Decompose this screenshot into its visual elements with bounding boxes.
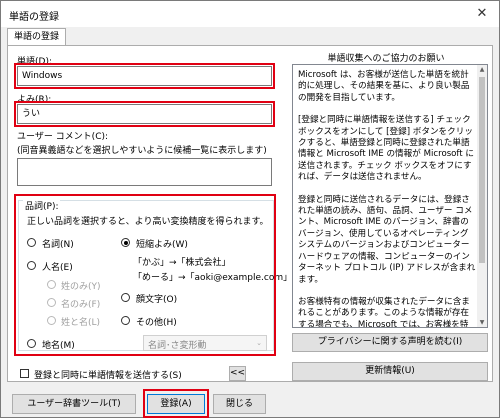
notice-paragraph-1: Microsoft は、お客様が送信した単語を統計的に処理し、その結果を基に、よ…	[298, 70, 470, 103]
radio-place[interactable]	[27, 339, 36, 348]
scroll-up-icon[interactable]: ▲	[478, 66, 486, 73]
close-icon[interactable]: ✕	[471, 3, 493, 25]
notice-paragraph-3: 登録と同時に送信されるデータには、登録された単語の読み、語句、品詞、ユーザー コ…	[298, 194, 476, 285]
comment-label: ユーザー コメント(C):	[17, 132, 109, 142]
scroll-thumb[interactable]	[479, 77, 485, 263]
radio-surname-only[interactable]	[47, 280, 56, 289]
radio-short-reading-label: 短縮よみ(W)	[136, 240, 188, 250]
radio-noun-label: 名詞(N)	[42, 240, 74, 250]
send-word-info-checkbox[interactable]	[20, 369, 29, 378]
tab-register-word[interactable]: 単語の登録	[7, 28, 67, 46]
register-button[interactable]: 登録(A)	[147, 394, 205, 414]
radio-emoticon[interactable]	[121, 293, 130, 302]
pos-label: 品詞(P):	[23, 199, 61, 212]
comment-hint: (同音異義語などを選択しやすいように候補一覧に表示します)	[17, 146, 267, 156]
title-bar: 単語の登録 ✕	[1, 1, 499, 27]
radio-surname-only-label: 姓のみ(Y)	[61, 282, 101, 292]
collapse-button[interactable]: <<	[229, 366, 246, 381]
pos-instruction: 正しい品詞を選択すると、より高い変換精度を得られます。	[27, 217, 269, 227]
notice-paragraph-4: お客様特有の情報が収集されたデータに含まれることがあります。このような情報が存在…	[298, 296, 470, 328]
notice-textbox[interactable]: Microsoft は、お客様が送信した単語を統計的に処理し、その結果を基に、よ…	[292, 64, 488, 328]
notice-scrollbar[interactable]: ▲ ▼	[477, 65, 487, 327]
close-button[interactable]: 閉じる	[213, 394, 266, 414]
window-title: 単語の登録	[9, 12, 59, 23]
reading-input[interactable]: うい	[17, 104, 272, 124]
radio-emoticon-label: 顔文字(O)	[136, 295, 178, 305]
register-word-dialog: 単語の登録 ✕ 単語の登録 単語(D): Windows よみ(R): うい ユ…	[0, 0, 500, 418]
radio-person-label: 人名(E)	[42, 263, 73, 273]
notice-title: 単語収集へのご協力のお願い	[327, 54, 445, 64]
radio-given-name-only-label: 名のみ(F)	[61, 300, 101, 310]
comment-input[interactable]	[17, 158, 272, 186]
radio-noun[interactable]	[27, 238, 36, 247]
privacy-statement-button[interactable]: プライバシーに関する声明を読む(I)	[292, 333, 488, 352]
radio-full-name[interactable]	[47, 316, 56, 325]
radio-other-label: その他(H)	[136, 318, 177, 328]
radio-full-name-label: 姓と名(L)	[61, 318, 101, 328]
pos-subtype-select[interactable]: 名詞･さ変形動 ⌄	[143, 335, 267, 351]
radio-place-label: 地名(M)	[42, 341, 75, 351]
radio-other[interactable]	[121, 316, 130, 325]
radio-given-name-only[interactable]	[47, 298, 56, 307]
short-reading-example-2: 「めーる」→「aoki@example.com」	[133, 273, 293, 283]
send-word-info-label: 登録と同時に単語情報を送信する(S)	[34, 371, 182, 381]
radio-short-reading[interactable]	[121, 238, 130, 247]
radio-person[interactable]	[27, 261, 36, 270]
user-dictionary-tool-button[interactable]: ユーザー辞書ツール(T)	[12, 394, 136, 414]
pos-subtype-value: 名詞･さ変形動	[148, 341, 207, 351]
notice-paragraph-2: [登録と同時に単語情報を送信する] チェック ボックスをオンにして [登録] ボ…	[298, 115, 475, 183]
scroll-down-icon[interactable]: ▼	[478, 319, 486, 326]
chevron-down-icon: ⌄	[256, 339, 262, 347]
word-input[interactable]: Windows	[17, 66, 272, 86]
notice-text: Microsoft は、お客様が送信した単語を統計的に処理し、その結果を基に、よ…	[298, 70, 476, 328]
update-info-button[interactable]: 更新情報(U)	[292, 362, 488, 381]
short-reading-example-1: 「かぶ」→「株式会社」	[133, 258, 231, 268]
